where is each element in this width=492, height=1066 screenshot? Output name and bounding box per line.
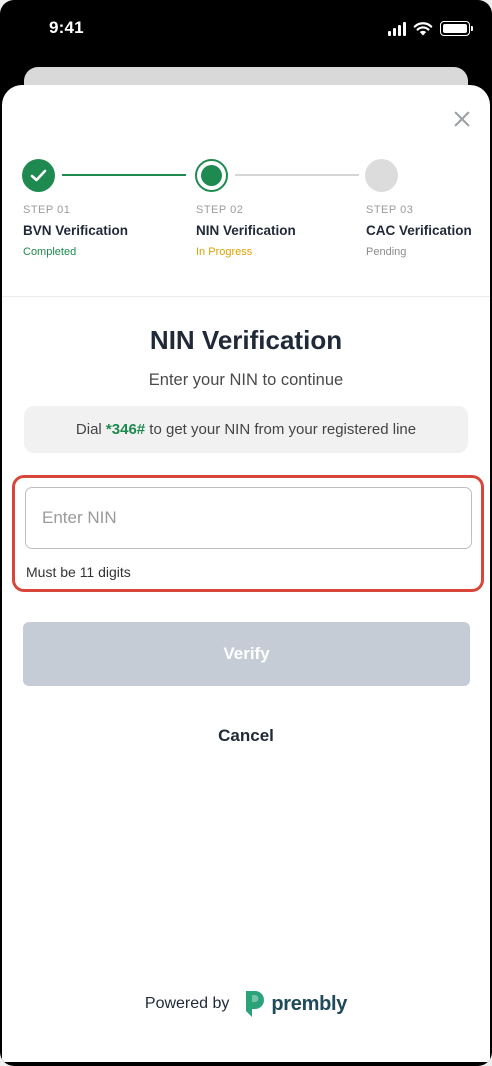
step-connector-completed (62, 174, 186, 176)
ussd-hint-banner: Dial *346# to get your NIN from your reg… (24, 406, 468, 453)
ussd-code: *346# (105, 421, 146, 438)
phone-screen: 9:41 STEP 01 BVN Verification Completed … (0, 0, 492, 1066)
step-number: STEP 02 (196, 204, 244, 216)
checkmark-icon (30, 169, 47, 182)
brand-name: prembly (271, 992, 348, 1015)
progress-stepper: STEP 01 BVN Verification Completed STEP … (2, 85, 490, 297)
cancel-button[interactable]: Cancel (2, 726, 490, 746)
cellular-signal-icon (388, 21, 406, 36)
step-status: Completed (23, 246, 77, 258)
wifi-icon (413, 22, 433, 36)
step-3-pending-indicator (365, 159, 398, 192)
step-number: STEP 01 (23, 204, 71, 216)
hint-prefix: Dial (75, 421, 106, 438)
step-status: In Progress (196, 246, 253, 258)
step-name: CAC Verification (366, 223, 472, 238)
nin-input[interactable] (25, 487, 472, 549)
step-3: STEP 03 CAC Verification Pending (366, 204, 472, 258)
step-connector-pending (235, 174, 359, 176)
footer: Powered by prembly (2, 990, 490, 1018)
nin-field-group: Must be 11 digits (12, 475, 484, 592)
step-2-active-indicator (195, 159, 228, 192)
prembly-logo: prembly (243, 990, 347, 1018)
step-1-completed-indicator (22, 159, 55, 192)
battery-icon (440, 21, 473, 36)
step-1: STEP 01 BVN Verification Completed (23, 204, 128, 258)
status-icons (388, 21, 473, 36)
powered-by-label: Powered by (144, 995, 230, 1012)
status-bar: 9:41 (0, 0, 492, 60)
step-name: BVN Verification (23, 223, 129, 238)
step-name: NIN Verification (196, 223, 296, 238)
nin-helper-text: Must be 11 digits (26, 564, 131, 580)
step-status: Pending (366, 246, 407, 258)
step-number: STEP 03 (366, 204, 414, 216)
verification-sheet: STEP 01 BVN Verification Completed STEP … (2, 85, 490, 1062)
page-subtitle: Enter your NIN to continue (148, 371, 344, 389)
status-time: 9:41 (49, 18, 84, 37)
verify-button[interactable]: Verify (23, 622, 470, 686)
page-title: NIN Verification (149, 325, 343, 355)
prembly-logo-icon (246, 991, 265, 1017)
step-2: STEP 02 NIN Verification In Progress (196, 204, 296, 258)
hint-suffix: to get your NIN from your registered lin… (145, 421, 417, 438)
